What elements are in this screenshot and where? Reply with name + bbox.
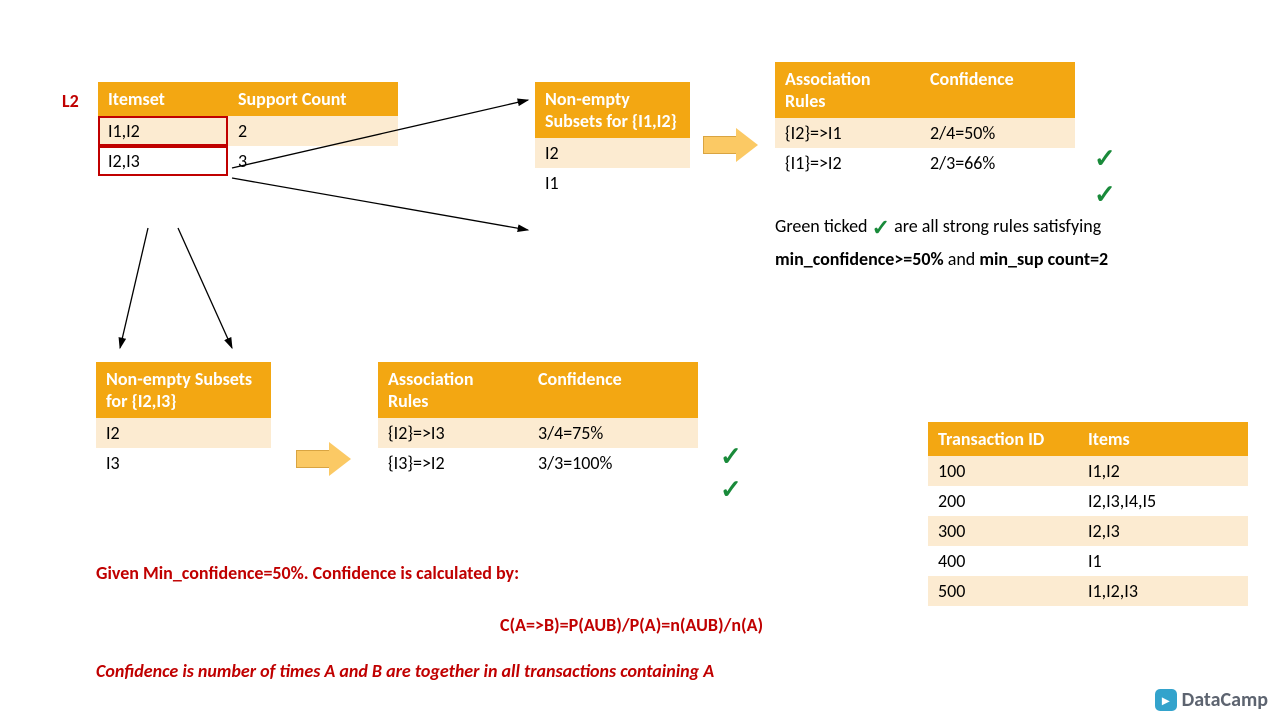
arrow-right-icon	[296, 442, 352, 476]
cell-items: I2,I3	[1078, 516, 1248, 546]
cell-conf: 3/4=75%	[528, 418, 698, 448]
cell-conf: 2/4=50%	[920, 118, 1075, 148]
table-row: 500I1,I2,I3	[928, 576, 1248, 606]
note-formula: C(A=>B)=P(AUB)/P(A)=n(AUB)/n(A)	[500, 614, 763, 636]
table-row: I1	[535, 168, 690, 198]
th-rules: Association Rules	[378, 362, 528, 418]
table-row: {I2}=>I3 3/4=75%	[378, 418, 698, 448]
arrow-right-icon	[703, 128, 759, 162]
subsets-i1i2-table: Non-empty Subsets for {I1,I2} I2 I1	[535, 82, 690, 198]
th-subsets-i1i2: Non-empty Subsets for {I1,I2}	[535, 82, 690, 138]
cell-tid: 400	[928, 546, 1078, 576]
table-row: I2	[96, 418, 271, 448]
cell-rule: {I2}=>I3	[378, 418, 528, 448]
cell-subset: I3	[96, 448, 271, 478]
cell-tid: 100	[928, 456, 1078, 486]
check-icon: ✓	[720, 473, 742, 505]
cell-subset: I2	[96, 418, 271, 448]
th-subsets-i2i3: Non-empty Subsets for {I2,I3}	[96, 362, 271, 418]
table-row: 400I1	[928, 546, 1248, 576]
check-icon: ✓	[1094, 178, 1116, 210]
cell-items: I2,I3,I4,I5	[1078, 486, 1248, 516]
th-confidence: Confidence	[920, 62, 1075, 118]
datacamp-logo: ▸ DataCamp	[1155, 688, 1268, 712]
transactions-table: Transaction ID Items 100I1,I2 200I2,I3,I…	[928, 422, 1248, 606]
cell-items: I1,I2	[1078, 456, 1248, 486]
note-criteria: min_confidence>=50% and min_sup count=2	[775, 248, 1108, 270]
table-row: I1,I2 2	[98, 116, 398, 146]
th-support-count: Support Count	[228, 82, 398, 116]
table-row: {I1}=>I2 2/3=66%	[775, 148, 1075, 178]
table-row: I3	[96, 448, 271, 478]
cell-conf: 2/3=66%	[920, 148, 1075, 178]
rules-bottom-table: Association Rules Confidence {I2}=>I3 3/…	[378, 362, 698, 478]
check-icon: ✓	[1094, 142, 1116, 174]
cell-count: 3	[228, 146, 398, 176]
cell-items: I1	[1078, 546, 1248, 576]
th-transaction-id: Transaction ID	[928, 422, 1078, 456]
subsets-i2i3-table: Non-empty Subsets for {I2,I3} I2 I3	[96, 362, 271, 478]
datacamp-label: DataCamp	[1182, 688, 1268, 712]
cell-rule: {I3}=>I2	[378, 448, 528, 478]
criteria-mid: and	[944, 248, 980, 270]
cell-rule: {I2}=>I1	[775, 118, 920, 148]
table-row: 200I2,I3,I4,I5	[928, 486, 1248, 516]
table-row: 100I1,I2	[928, 456, 1248, 486]
check-icon: ✓	[720, 440, 742, 472]
th-itemset: Itemset	[98, 82, 228, 116]
th-items: Items	[1078, 422, 1248, 456]
cell-count: 2	[228, 116, 398, 146]
check-icon: ✓	[872, 214, 890, 241]
l2-itemset-table: Itemset Support Count I1,I2 2 I2,I3 3	[98, 82, 398, 176]
table-row: {I3}=>I2 3/3=100%	[378, 448, 698, 478]
cell-items: I1,I2,I3	[1078, 576, 1248, 606]
th-confidence: Confidence	[528, 362, 698, 418]
datacamp-icon: ▸	[1155, 689, 1177, 711]
cell-tid: 300	[928, 516, 1078, 546]
table-row: {I2}=>I1 2/4=50%	[775, 118, 1075, 148]
criteria-minsup: min_sup count=2	[979, 248, 1108, 270]
table-row: I2	[535, 138, 690, 168]
cell-tid: 500	[928, 576, 1078, 606]
cell-tid: 200	[928, 486, 1078, 516]
note-strong-rules: Green ticked ✓ are all strong rules sati…	[775, 214, 1205, 241]
table-row: I2,I3 3	[98, 146, 398, 176]
note-meaning: Confidence is number of times A and B ar…	[96, 660, 714, 682]
th-rules: Association Rules	[775, 62, 920, 118]
note-green-suffix: are all strong rules satisfying	[894, 215, 1101, 237]
cell-conf: 3/3=100%	[528, 448, 698, 478]
cell-rule: {I1}=>I2	[775, 148, 920, 178]
l2-label: L2	[62, 90, 79, 112]
cell-subset: I1	[535, 168, 690, 198]
table-row: 300I2,I3	[928, 516, 1248, 546]
note-green-prefix: Green ticked	[775, 215, 868, 237]
cell-subset: I2	[535, 138, 690, 168]
criteria-minconf: min_confidence>=50%	[775, 248, 944, 270]
rules-top-table: Association Rules Confidence {I2}=>I1 2/…	[775, 62, 1075, 178]
note-given: Given Min_confidence=50%. Confidence is …	[96, 562, 519, 584]
